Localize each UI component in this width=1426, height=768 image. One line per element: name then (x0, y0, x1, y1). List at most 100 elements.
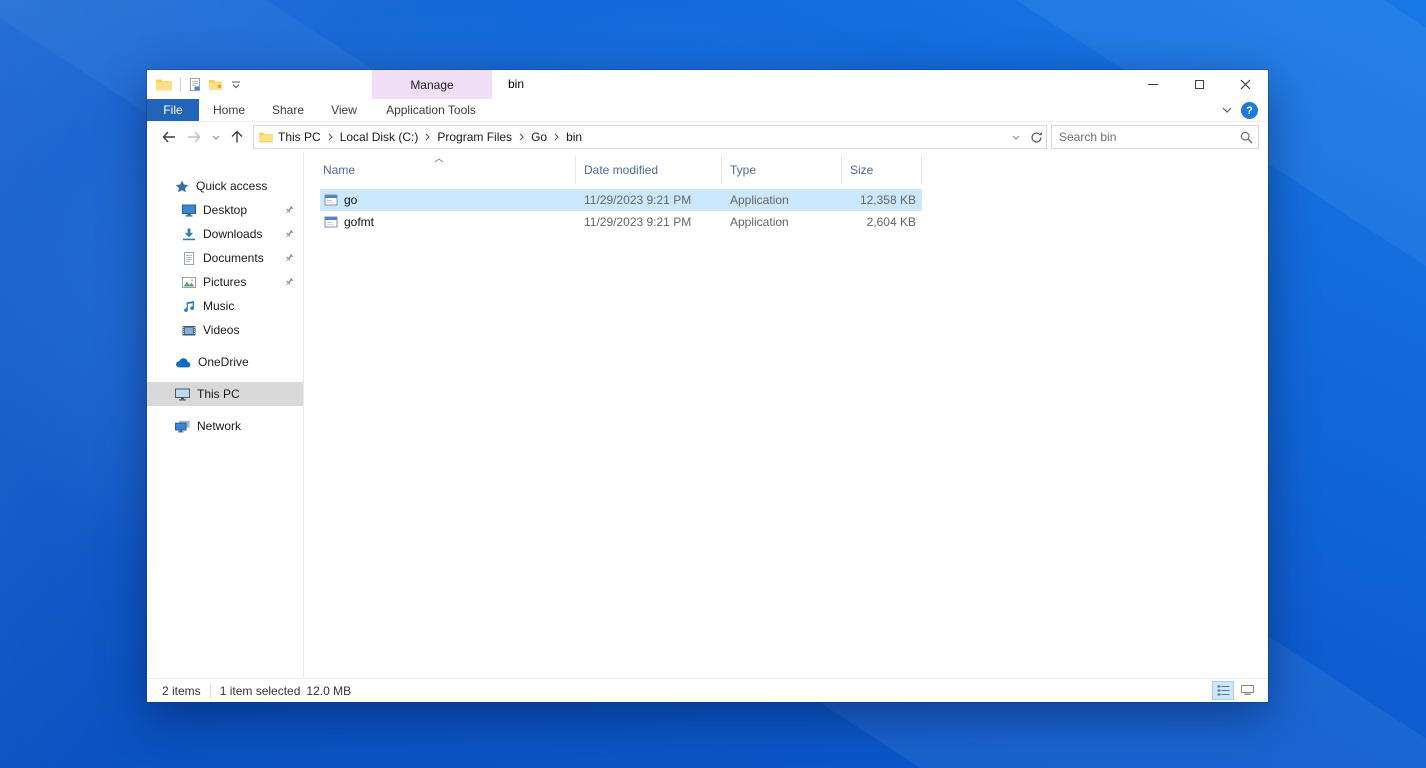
breadcrumb-chevron-icon[interactable] (517, 133, 526, 141)
sidebar-item-label: Downloads (203, 227, 263, 241)
sidebar-item-label: Network (197, 419, 242, 433)
help-button[interactable]: ? (1241, 102, 1258, 119)
title-bar[interactable]: Manage bin (147, 70, 1268, 99)
breadcrumb-local-disk[interactable]: Local Disk (C:) (335, 130, 424, 144)
breadcrumb-chevron-icon[interactable] (326, 133, 335, 141)
close-icon (1240, 79, 1250, 90)
expand-ribbon-button[interactable] (1222, 99, 1232, 121)
explorer-window: Manage bin File Home Share View Applicat… (147, 70, 1268, 702)
pin-icon (285, 277, 294, 286)
sidebar-item-quick-access[interactable]: Quick access (147, 174, 303, 198)
file-rows: go 11/29/2023 9:21 PM Application 12,358… (304, 189, 1268, 233)
column-header-date-modified[interactable]: Date modified (576, 156, 722, 184)
back-arrow-icon (162, 131, 175, 143)
file-size: 2,604 KB (866, 215, 916, 229)
maximize-button[interactable] (1176, 70, 1222, 99)
file-type: Application (730, 215, 789, 229)
breadcrumb-bin[interactable]: bin (561, 130, 587, 144)
file-name-cell: go (320, 189, 576, 211)
column-header-type[interactable]: Type (722, 156, 842, 184)
sidebar-item-label: Videos (203, 323, 240, 337)
column-headers: Name Date modified Type Size (304, 156, 1268, 184)
file-name: gofmt (344, 215, 375, 229)
back-button[interactable] (156, 125, 181, 149)
refresh-button[interactable] (1026, 126, 1046, 148)
quick-access-toolbar (147, 77, 241, 92)
search-box (1051, 125, 1259, 149)
new-folder-icon[interactable] (209, 79, 223, 91)
sidebar-item-label: This PC (197, 387, 240, 401)
search-button[interactable] (1234, 131, 1258, 144)
sidebar-item-downloads[interactable]: Downloads (147, 222, 303, 246)
chevron-down-icon (212, 135, 219, 140)
selection-info: 1 item selected (219, 683, 301, 698)
contextual-tab-manage[interactable]: Manage (372, 70, 492, 99)
up-arrow-icon (231, 130, 242, 143)
view-switcher (1212, 681, 1258, 700)
breadcrumb-go[interactable]: Go (526, 130, 552, 144)
navigation-bar: This PC Local Disk (C:) Program Files Go… (147, 122, 1268, 152)
customize-toolbar-chevron-icon[interactable] (231, 81, 241, 89)
music-icon (184, 300, 194, 312)
tab-home[interactable]: Home (199, 99, 259, 121)
application-icon (324, 216, 338, 228)
search-input[interactable] (1052, 130, 1234, 144)
sidebar-item-onedrive[interactable]: OneDrive (147, 350, 303, 374)
folder-icon (259, 132, 273, 142)
breadcrumb-program-files[interactable]: Program Files (432, 130, 517, 144)
up-button[interactable] (224, 125, 249, 149)
pin-icon (285, 205, 294, 214)
chevron-down-icon (1222, 107, 1232, 113)
recent-locations-button[interactable] (208, 125, 223, 149)
properties-icon[interactable] (189, 78, 201, 91)
sidebar-item-videos[interactable]: Videos (147, 318, 303, 342)
breadcrumb-this-pc[interactable]: This PC (273, 130, 326, 144)
this-pc-icon (175, 388, 190, 400)
maximize-icon (1194, 80, 1204, 89)
tab-view[interactable]: View (317, 99, 371, 121)
large-icons-view-button[interactable] (1236, 681, 1258, 700)
item-count: 2 items (162, 683, 201, 698)
tab-file[interactable]: File (147, 99, 199, 121)
minimize-button[interactable] (1130, 70, 1176, 99)
status-bar: 2 items 1 item selected 12.0 MB (147, 678, 1268, 702)
sidebar-item-network[interactable]: Network (147, 414, 303, 438)
sidebar-item-documents[interactable]: Documents (147, 246, 303, 270)
file-size: 12,358 KB (859, 193, 916, 207)
tab-application-tools[interactable]: Application Tools (371, 99, 491, 121)
sidebar-item-music[interactable]: Music (147, 294, 303, 318)
column-header-size[interactable]: Size (842, 156, 922, 184)
file-list-pane: Name Date modified Type Size go 11/29/20… (304, 152, 1268, 678)
pin-icon (285, 229, 294, 238)
pictures-icon (182, 276, 196, 288)
star-icon (175, 180, 189, 192)
file-type: Application (730, 193, 789, 207)
close-button[interactable] (1222, 70, 1268, 99)
status-divider (209, 683, 211, 698)
details-view-button[interactable] (1212, 681, 1234, 700)
main-content: Quick access Desktop Downloads Documents… (147, 152, 1268, 678)
large-icons-view-icon (1240, 685, 1254, 695)
breadcrumb-chevron-icon[interactable] (552, 133, 561, 141)
downloads-icon (183, 228, 195, 240)
sidebar-item-this-pc[interactable]: This PC (147, 382, 303, 406)
chevron-down-icon (1012, 135, 1020, 140)
forward-button[interactable] (182, 125, 207, 149)
tab-share[interactable]: Share (259, 99, 317, 121)
sidebar-item-label: OneDrive (198, 355, 249, 369)
file-row-go[interactable]: go 11/29/2023 9:21 PM Application 12,358… (320, 189, 922, 211)
document-icon (184, 251, 194, 265)
sidebar-item-desktop[interactable]: Desktop (147, 198, 303, 222)
breadcrumb-chevron-icon[interactable] (423, 133, 432, 141)
address-bar[interactable]: This PC Local Disk (C:) Program Files Go… (253, 125, 1047, 149)
forward-arrow-icon (188, 131, 201, 143)
file-row-gofmt[interactable]: gofmt 11/29/2023 9:21 PM Application 2,6… (320, 211, 922, 233)
ribbon-tabs: File Home Share View Application Tools ? (147, 99, 1268, 122)
refresh-icon (1030, 131, 1042, 143)
address-dropdown-button[interactable] (1006, 126, 1026, 148)
pin-icon (285, 253, 294, 262)
minimize-icon (1148, 84, 1158, 85)
folder-icon (156, 79, 172, 91)
sidebar-item-pictures[interactable]: Pictures (147, 270, 303, 294)
